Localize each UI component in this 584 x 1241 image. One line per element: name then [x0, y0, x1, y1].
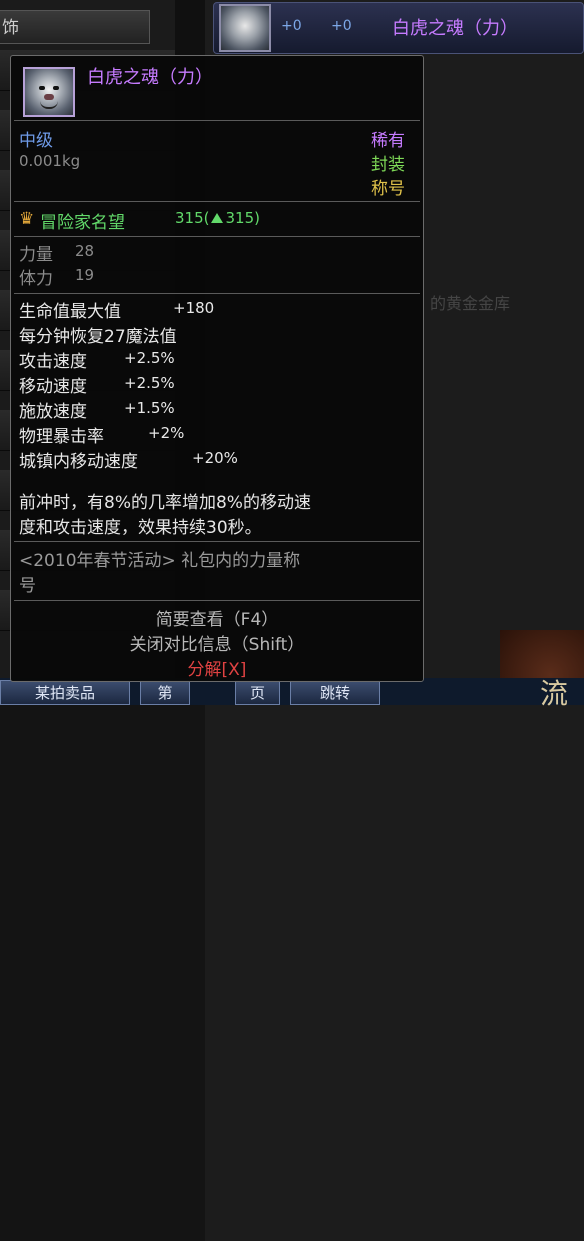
tiger-icon[interactable]: [219, 4, 271, 52]
page-suffix-label: 页: [235, 680, 280, 705]
auction-item-button[interactable]: 某拍卖品: [0, 680, 130, 705]
separator: [14, 541, 420, 542]
item-type: 称号: [371, 179, 405, 199]
source-text: 号: [19, 576, 36, 596]
bonus-stat-name: 移动速度: [19, 377, 87, 397]
corner-glyph: 流: [540, 677, 569, 710]
crown-icon: ♛: [19, 209, 35, 229]
item-weight: 0.001kg: [19, 152, 81, 170]
header-item-name: 白虎之魂（力）: [392, 18, 518, 39]
bonus-stat-name: 攻击速度: [19, 352, 87, 372]
separator: [14, 293, 420, 294]
bonus-stat-value: +20%: [192, 449, 238, 467]
tiger-icon: [23, 67, 75, 117]
base-stat-name: 体力: [19, 269, 53, 289]
bonus-stat-value: +2%: [148, 424, 185, 442]
reputation-value: 315( 315): [175, 209, 260, 227]
item-rarity: 稀有: [371, 131, 405, 151]
bonus-stat-value: +2.5%: [124, 374, 175, 392]
base-stat-value: 28: [75, 242, 95, 260]
base-stat-name: 力量: [19, 245, 53, 265]
background-list-text: 的黄金金库: [430, 294, 511, 313]
bonus-stat-name: 每分钟恢复27魔法值: [19, 327, 177, 347]
accessory-tab[interactable]: 饰: [0, 10, 150, 44]
separator: [14, 201, 420, 202]
separator: [14, 600, 420, 601]
sealed-label: 封装: [371, 155, 405, 175]
reputation-base: 315(: [175, 209, 210, 227]
effect-text: 前冲时，有8%的几率增加8%的移动速: [19, 493, 311, 513]
reputation-delta: 315): [225, 209, 260, 227]
bonus-stat-name: 城镇内移动速度: [19, 452, 138, 472]
separator: [14, 236, 420, 237]
item-grade: 中级: [19, 131, 53, 151]
bonus-stat-value: +1.5%: [124, 399, 175, 417]
close-compare-action[interactable]: 关闭对比信息（Shift）: [11, 630, 423, 655]
disassemble-action[interactable]: 分解[X]: [11, 655, 423, 680]
item-name: 白虎之魂（力）: [87, 67, 213, 88]
brief-view-action[interactable]: 简要查看（F4）: [11, 605, 423, 630]
bonus-stat-name: 物理暴击率: [19, 427, 104, 447]
separator: [14, 120, 420, 121]
base-stat-value: 19: [75, 266, 95, 284]
bonus-stat-value: +180: [173, 299, 215, 317]
enhance-level: +0: [281, 18, 302, 34]
source-text: <2010年春节活动> 礼包内的力量称: [19, 551, 301, 571]
reputation-label: 冒险家名望: [40, 213, 125, 233]
jump-button[interactable]: 跳转: [290, 680, 380, 705]
bonus-stat-value: +2.5%: [124, 349, 175, 367]
item-tooltip: 白虎之魂（力） 中级 稀有 0.001kg 封装 称号 ♛ 冒险家名望 315(…: [10, 55, 424, 682]
refine-level: +0: [331, 18, 352, 34]
bonus-stat-name: 生命值最大值: [19, 302, 121, 322]
up-arrow-icon: [211, 213, 224, 223]
effect-text: 度和攻击速度，效果持续30秒。: [19, 518, 262, 538]
bonus-stat-name: 施放速度: [19, 402, 87, 422]
page-label: 第: [140, 680, 190, 705]
